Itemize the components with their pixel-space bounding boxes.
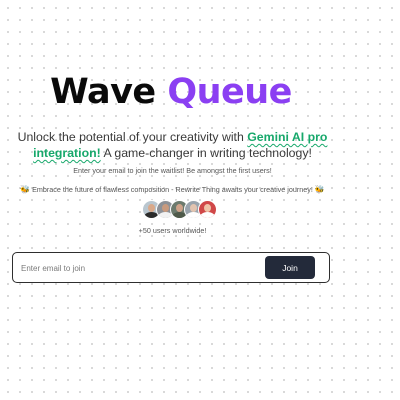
bee-icon: 🐝	[20, 185, 31, 194]
avatar-head	[204, 204, 211, 212]
hero-title: Wave Queue	[0, 72, 342, 112]
avatar-head	[190, 204, 197, 212]
avatar-head	[176, 204, 183, 212]
avatar-head	[148, 204, 155, 212]
title-queue: Queue	[167, 72, 292, 112]
tagline: Unlock the potential of your creativity …	[0, 129, 345, 161]
waitlist-subtext: Enter your email to join the waitlist! B…	[73, 166, 272, 175]
embrace-message: Embrace the future of flawless compositi…	[30, 185, 315, 194]
users-count: +50 users worldwide!	[138, 226, 207, 235]
avatar-body	[200, 212, 215, 218]
avatar	[198, 200, 217, 219]
embrace-text: 🐝 Embrace the future of flawless composi…	[0, 185, 345, 194]
avatar-head	[162, 204, 169, 212]
avatar-group	[142, 200, 217, 220]
waitlist-form: Join	[12, 252, 330, 283]
tagline-before: Unlock the potential of your creativity …	[17, 130, 248, 144]
bee-icon: 🐝	[314, 185, 325, 194]
join-button[interactable]: Join	[265, 256, 315, 279]
email-input[interactable]	[21, 260, 251, 276]
tagline-after: A game-changer in writing technology!	[100, 146, 312, 160]
title-wave: Wave	[50, 72, 156, 112]
